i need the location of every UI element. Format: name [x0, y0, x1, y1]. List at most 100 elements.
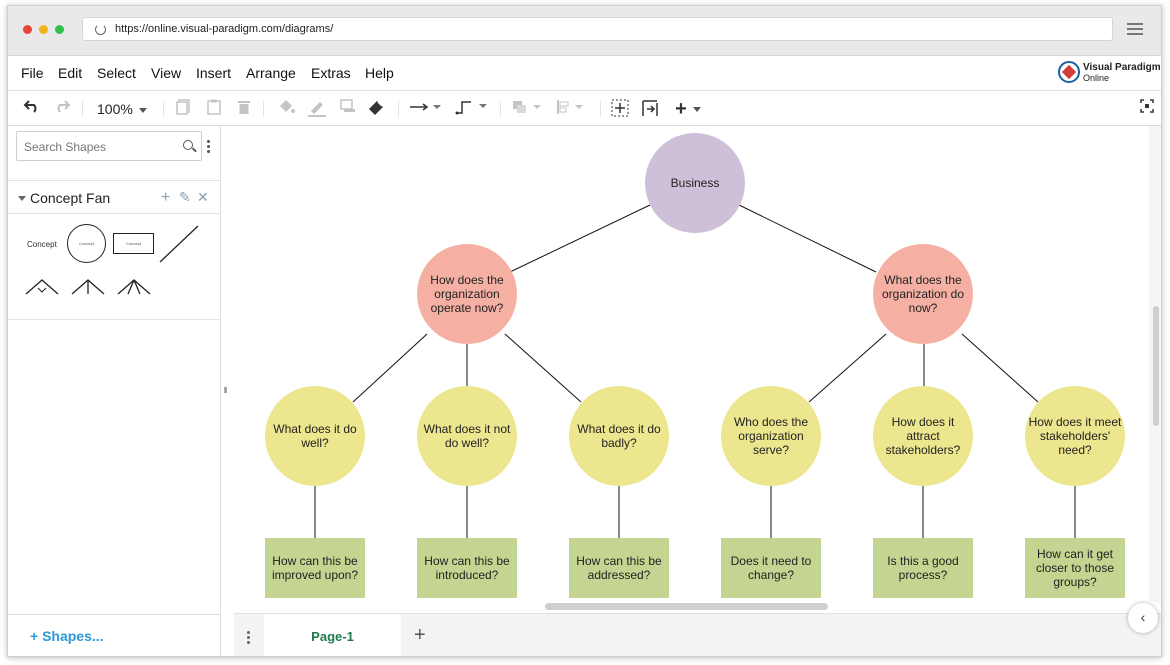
- browser-titlebar: https://online.visual-paradigm.com/diagr…: [8, 6, 1161, 56]
- search-shapes-input[interactable]: Search Shapes: [16, 131, 202, 161]
- more-shapes-label: Shapes...: [42, 628, 104, 644]
- menu-select[interactable]: Select: [97, 65, 136, 81]
- menu-extras[interactable]: Extras: [311, 65, 351, 81]
- node-level1-operate[interactable]: How does the organization operate now?: [417, 244, 517, 344]
- minimize-window-dot[interactable]: [39, 25, 48, 34]
- chevron-down-icon: [18, 196, 26, 201]
- node-level3-need-change[interactable]: Does it need to change?: [721, 538, 821, 598]
- toolbar-separator: [163, 101, 164, 117]
- collapse-panel-button[interactable]: ‹: [1128, 603, 1158, 633]
- page-menu-icon[interactable]: [247, 631, 250, 646]
- toolbar-separator: [398, 101, 399, 117]
- logo-line1: Visual Paradigm: [1083, 62, 1161, 73]
- line-color-icon[interactable]: [306, 99, 328, 119]
- waypoints-dropdown[interactable]: [454, 99, 490, 119]
- undo-icon[interactable]: [22, 99, 42, 119]
- menu-view[interactable]: View: [151, 65, 181, 81]
- more-options-icon[interactable]: [207, 140, 210, 155]
- address-bar[interactable]: https://online.visual-paradigm.com/diagr…: [82, 17, 1113, 41]
- browser-menu-icon[interactable]: [1127, 23, 1143, 35]
- node-level2-meet-need[interactable]: How does it meet stakeholders' need?: [1025, 386, 1125, 486]
- copy-icon[interactable]: [174, 99, 192, 119]
- format-painter-icon[interactable]: [366, 99, 386, 119]
- node-level2-do-well[interactable]: What does it do well?: [265, 386, 365, 486]
- node-level3-addressed[interactable]: How can this be addressed?: [569, 538, 669, 598]
- diagram-canvas[interactable]: Business How does the organization opera…: [234, 126, 1149, 602]
- delete-icon[interactable]: [235, 99, 253, 119]
- shapes-sidebar: Search Shapes Concept Fan + ✎ ✕ Concept …: [8, 126, 221, 656]
- fit-page-icon[interactable]: [610, 99, 630, 119]
- node-root-business[interactable]: Business: [645, 133, 745, 233]
- library-header-concept-fan[interactable]: Concept Fan + ✎ ✕: [8, 180, 220, 214]
- sidebar-resize-handle[interactable]: ⦀: [224, 386, 228, 396]
- page-tabs-bar: Page-1 +: [234, 613, 1161, 656]
- menu-arrange[interactable]: Arrange: [246, 65, 296, 81]
- menu-insert[interactable]: Insert: [196, 65, 231, 81]
- search-icon[interactable]: [183, 140, 193, 150]
- close-library-icon[interactable]: ✕: [197, 189, 209, 206]
- tab-page-1[interactable]: Page-1: [264, 614, 401, 656]
- chevron-left-icon: ‹: [1140, 609, 1146, 625]
- node-level3-good-process[interactable]: Is this a good process?: [873, 538, 973, 598]
- paste-icon[interactable]: [205, 99, 223, 119]
- toolbar-separator: [263, 101, 264, 117]
- zoom-value: 100%: [97, 101, 133, 117]
- node-level1-do-now[interactable]: What does the organization do now?: [873, 244, 973, 344]
- node-level2-who-serve[interactable]: Who does the organization serve?: [721, 386, 821, 486]
- node-level3-introduced[interactable]: How can this be introduced?: [417, 538, 517, 598]
- shape-concept-rectangle[interactable]: Concept: [113, 233, 154, 254]
- sidebar-footer: + Shapes...: [8, 614, 220, 656]
- library-title: Concept Fan: [30, 190, 111, 206]
- logo-mark-icon: [1058, 61, 1080, 83]
- edit-library-icon[interactable]: ✎: [179, 189, 191, 206]
- toolbar-separator: [500, 101, 501, 117]
- horizontal-scroll-thumb[interactable]: [545, 603, 828, 610]
- fill-bucket-icon[interactable]: [276, 99, 296, 119]
- search-placeholder: Search Shapes: [24, 140, 107, 154]
- node-level2-do-badly[interactable]: What does it do badly?: [569, 386, 669, 486]
- vertical-scroll-thumb[interactable]: [1153, 306, 1159, 426]
- add-shape-icon[interactable]: +: [161, 189, 170, 207]
- align-dropdown[interactable]: [554, 99, 588, 119]
- zoom-dropdown[interactable]: 100%: [97, 99, 147, 119]
- maximize-window-dot[interactable]: [55, 25, 64, 34]
- toolbar-separator: [82, 101, 83, 117]
- node-level3-closer[interactable]: How can it get closer to those groups?: [1025, 538, 1125, 598]
- to-front-dropdown[interactable]: [510, 99, 544, 119]
- toolbar: 100% +: [8, 90, 1161, 126]
- plus-icon: +: [675, 98, 687, 120]
- url-text: https://online.visual-paradigm.com/diagr…: [115, 23, 334, 35]
- shape-fan-4[interactable]: [116, 278, 152, 296]
- connector-line: [738, 204, 877, 273]
- shape-concept-circle[interactable]: Concept: [67, 224, 106, 263]
- fullscreen-icon[interactable]: [1138, 99, 1156, 119]
- connector-line: [504, 333, 582, 403]
- reload-icon[interactable]: [95, 24, 106, 35]
- shape-line[interactable]: [158, 224, 200, 264]
- shape-fan-3[interactable]: [70, 278, 106, 296]
- node-level2-attract[interactable]: How does it attract stakeholders?: [873, 386, 973, 486]
- insert-dropdown[interactable]: +: [670, 99, 706, 119]
- redo-icon[interactable]: [52, 99, 72, 119]
- close-window-dot[interactable]: [23, 25, 32, 34]
- menu-edit[interactable]: Edit: [58, 65, 82, 81]
- connection-style-dropdown[interactable]: [408, 99, 444, 119]
- shadow-icon[interactable]: [338, 99, 358, 119]
- vertical-scrollbar[interactable]: [1149, 126, 1161, 602]
- shape-fan-2[interactable]: [24, 278, 60, 296]
- fit-width-icon[interactable]: [640, 99, 660, 119]
- logo-line2: Online: [1083, 73, 1110, 83]
- menu-file[interactable]: File: [21, 65, 44, 81]
- node-level3-improved[interactable]: How can this be improved upon?: [265, 538, 365, 598]
- menu-help[interactable]: Help: [365, 65, 394, 81]
- connector-line: [808, 333, 887, 403]
- node-level2-not-do-well[interactable]: What does it not do well?: [417, 386, 517, 486]
- shape-concept-text[interactable]: Concept: [27, 240, 57, 249]
- add-page-icon[interactable]: +: [414, 624, 426, 647]
- visual-paradigm-logo: Visual Paradigm Online: [1058, 59, 1161, 87]
- app-window: https://online.visual-paradigm.com/diagr…: [7, 5, 1162, 657]
- chevron-down-icon: [692, 107, 701, 113]
- connector-line: [961, 333, 1039, 403]
- more-shapes-link[interactable]: + Shapes...: [30, 628, 104, 644]
- connector-line: [509, 204, 651, 273]
